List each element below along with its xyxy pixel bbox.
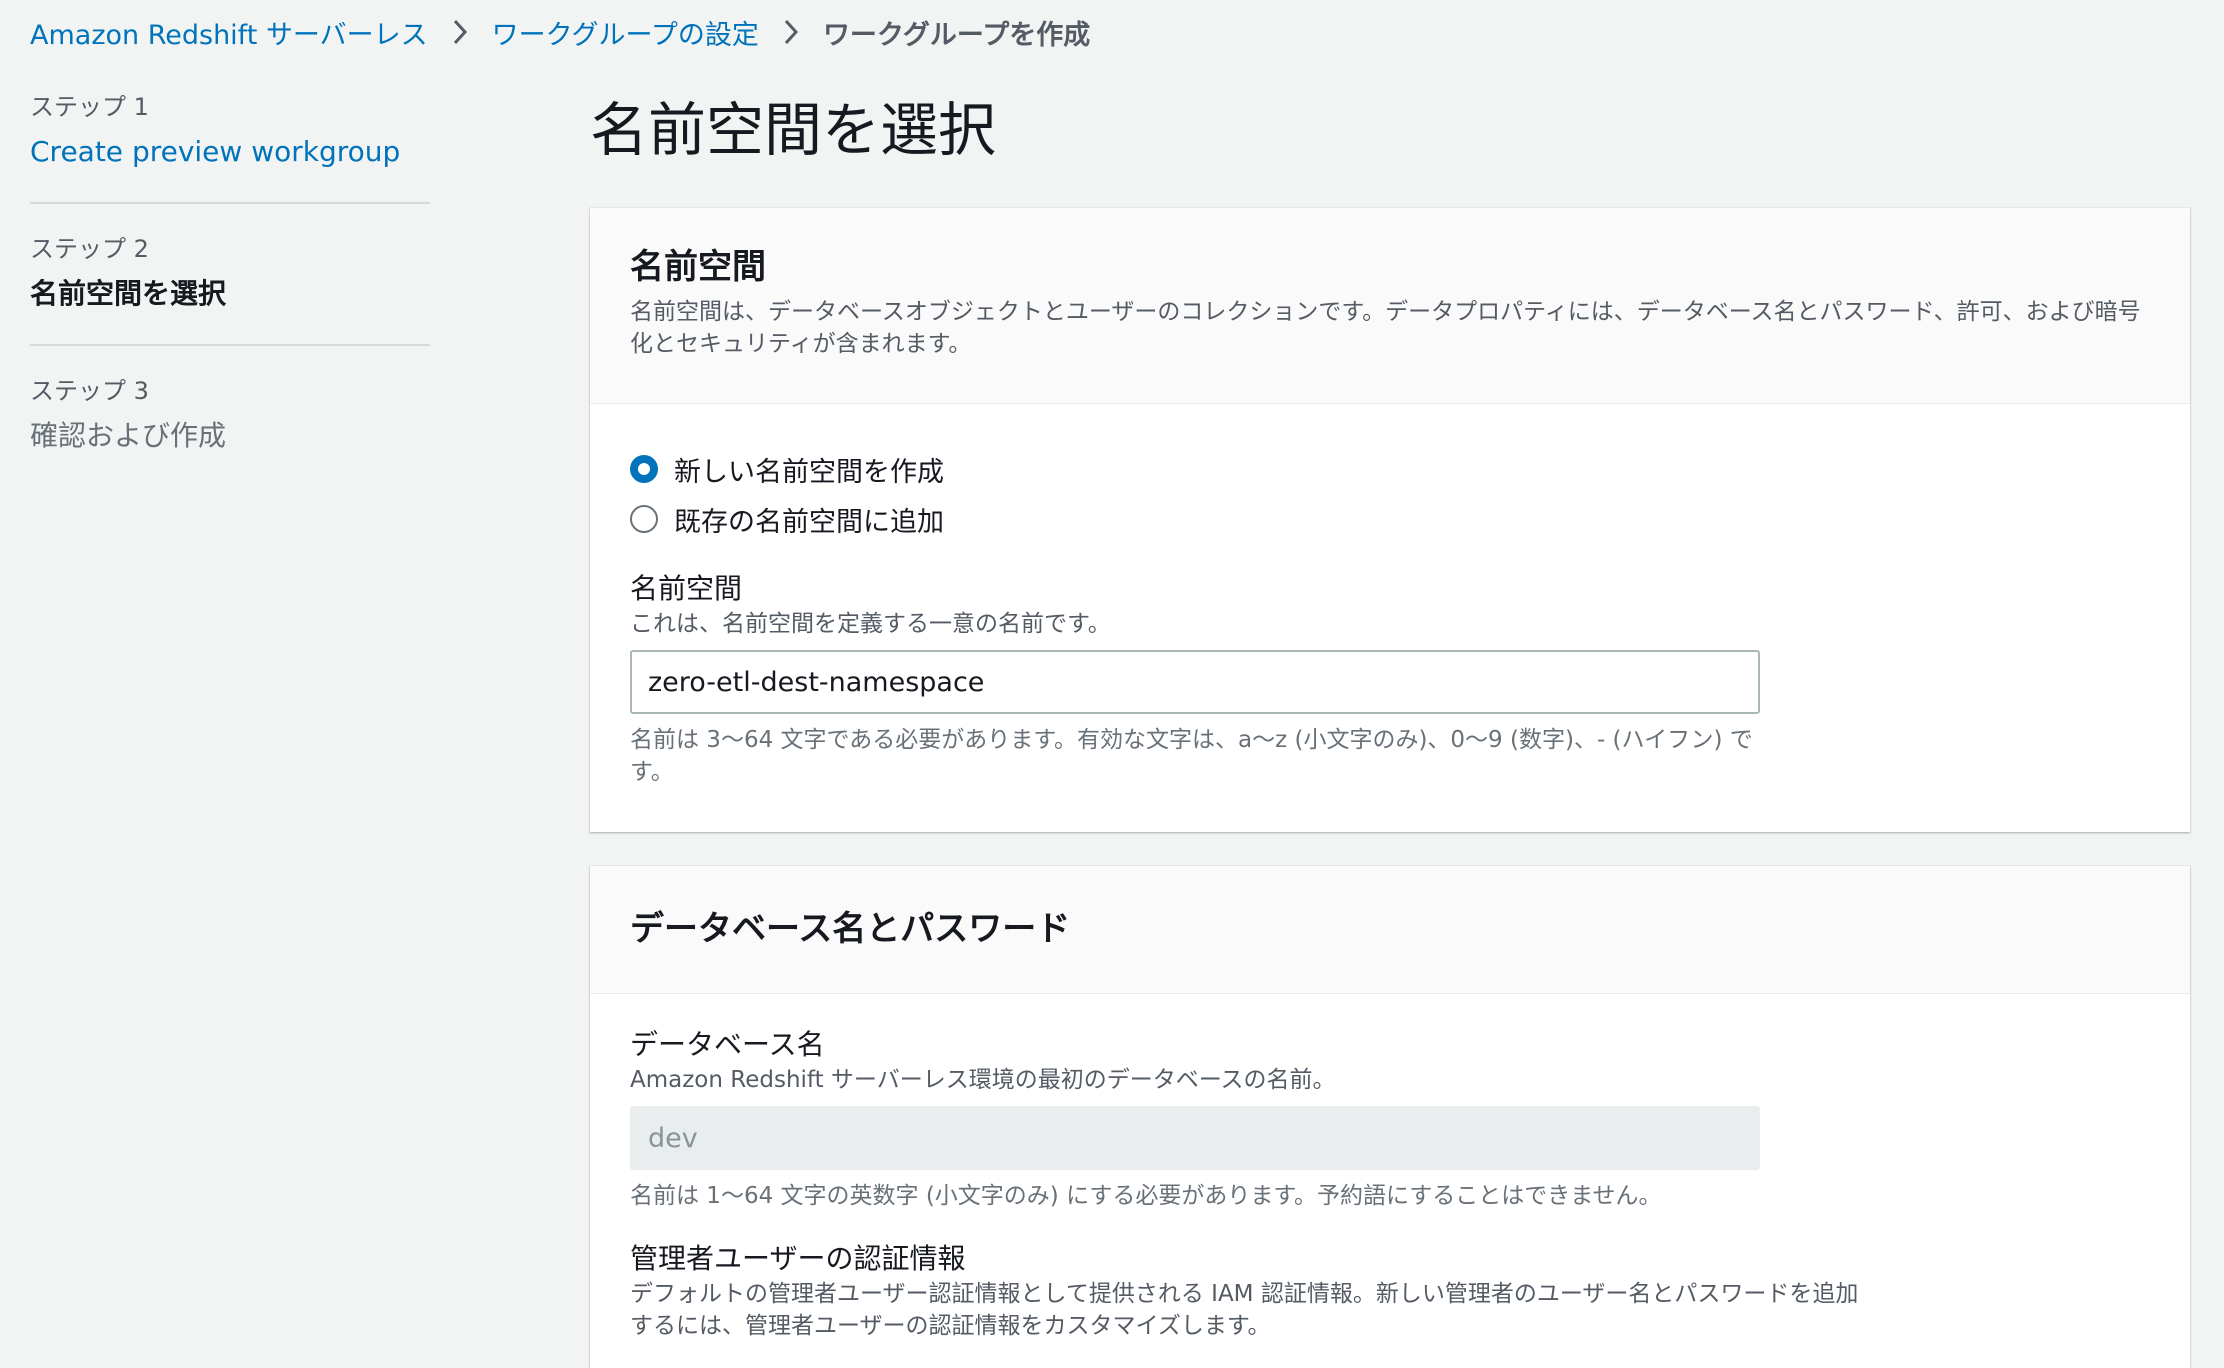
database-credentials-panel: データベース名とパスワード データベース名 Amazon Redshift サー… bbox=[590, 866, 2190, 1368]
breadcrumb: Amazon Redshift サーバーレス ワークグループの設定 ワークグルー… bbox=[30, 12, 1090, 52]
field-description: これは、名前空間を定義する一意の名前です。 bbox=[630, 611, 1111, 637]
radio-label: 新しい名前空間を作成 bbox=[674, 456, 944, 488]
step-link-create-preview-workgroup[interactable]: Create preview workgroup bbox=[30, 130, 430, 174]
admin-credentials-field: 管理者ユーザーの認証情報 デフォルトの管理者ユーザー認証情報として提供される I… bbox=[630, 1240, 2150, 1342]
namespace-field: 名前空間 これは、名前空間を定義する一意の名前です。 zero-etl-dest… bbox=[630, 570, 2150, 788]
step-title-current: 名前空間を選択 bbox=[30, 277, 227, 310]
namespace-name-input[interactable]: zero-etl-dest-namespace bbox=[630, 650, 1760, 714]
field-description: デフォルトの管理者ユーザー認証情報として提供される IAM 認証情報。新しい管理… bbox=[630, 1281, 1859, 1339]
field-label: 管理者ユーザーの認証情報 bbox=[630, 1242, 966, 1275]
step-1: ステップ 1 Create preview workgroup bbox=[30, 90, 430, 202]
radio-button[interactable] bbox=[630, 505, 658, 533]
panel-header: 名前空間 名前空間は、データベースオブジェクトとユーザーのコレクションです。デー… bbox=[590, 208, 2190, 404]
breadcrumb-current: ワークグループを作成 bbox=[822, 19, 1091, 51]
page: Amazon Redshift サーバーレス ワークグループの設定 ワークグルー… bbox=[0, 0, 2224, 1368]
radio-add-existing-namespace[interactable]: 既存の名前空間に追加 bbox=[630, 494, 2150, 544]
panel-body: 新しい名前空間を作成 既存の名前空間に追加 名前空間 これは、名前空間を定義する… bbox=[590, 404, 2190, 788]
field-label: 名前空間 bbox=[630, 572, 743, 605]
panel-title: データベース名とパスワード bbox=[630, 909, 1071, 949]
breadcrumb-link-redshift-serverless[interactable]: Amazon Redshift サーバーレス bbox=[30, 13, 428, 52]
radio-button-checked[interactable] bbox=[630, 455, 658, 483]
breadcrumb-link-workgroup-settings[interactable]: ワークグループの設定 bbox=[492, 13, 759, 52]
panel-body: データベース名 Amazon Redshift サーバーレス環境の最初のデータベ… bbox=[590, 994, 2190, 1342]
step-3: ステップ 3 確認および作成 bbox=[30, 344, 430, 486]
database-name-input: dev bbox=[630, 1106, 1760, 1170]
step-2: ステップ 2 名前空間を選択 bbox=[30, 202, 430, 344]
field-constraint: 名前は 1〜64 文字の英数字 (小文字のみ) にする必要があります。予約語にす… bbox=[630, 1183, 1662, 1209]
step-number: ステップ 2 bbox=[30, 235, 149, 263]
step-number: ステップ 1 bbox=[30, 93, 149, 121]
step-title-review-create: 確認および作成 bbox=[30, 419, 227, 452]
step-number: ステップ 3 bbox=[30, 377, 149, 405]
chevron-right-icon bbox=[781, 18, 801, 46]
panel-header: データベース名とパスワード bbox=[590, 866, 2190, 994]
radio-label: 既存の名前空間に追加 bbox=[674, 506, 944, 538]
database-name-field: データベース名 Amazon Redshift サーバーレス環境の最初のデータベ… bbox=[630, 1026, 2150, 1212]
namespace-panel: 名前空間 名前空間は、データベースオブジェクトとユーザーのコレクションです。デー… bbox=[590, 208, 2190, 832]
radio-create-new-namespace[interactable]: 新しい名前空間を作成 bbox=[630, 444, 2150, 494]
field-constraint: 名前は 3〜64 文字である必要があります。有効な文字は、a〜z (小文字のみ)… bbox=[630, 727, 1753, 785]
chevron-right-icon bbox=[450, 18, 470, 46]
panel-title: 名前空間 bbox=[630, 247, 766, 287]
panel-description: 名前空間は、データベースオブジェクトとユーザーのコレクションです。データプロパテ… bbox=[630, 299, 2141, 357]
field-label: データベース名 bbox=[630, 1028, 825, 1061]
wizard-steps: ステップ 1 Create preview workgroup ステップ 2 名… bbox=[30, 90, 430, 486]
field-description: Amazon Redshift サーバーレス環境の最初のデータベースの名前。 bbox=[630, 1067, 1336, 1093]
page-title: 名前空間を選択 bbox=[590, 96, 997, 164]
